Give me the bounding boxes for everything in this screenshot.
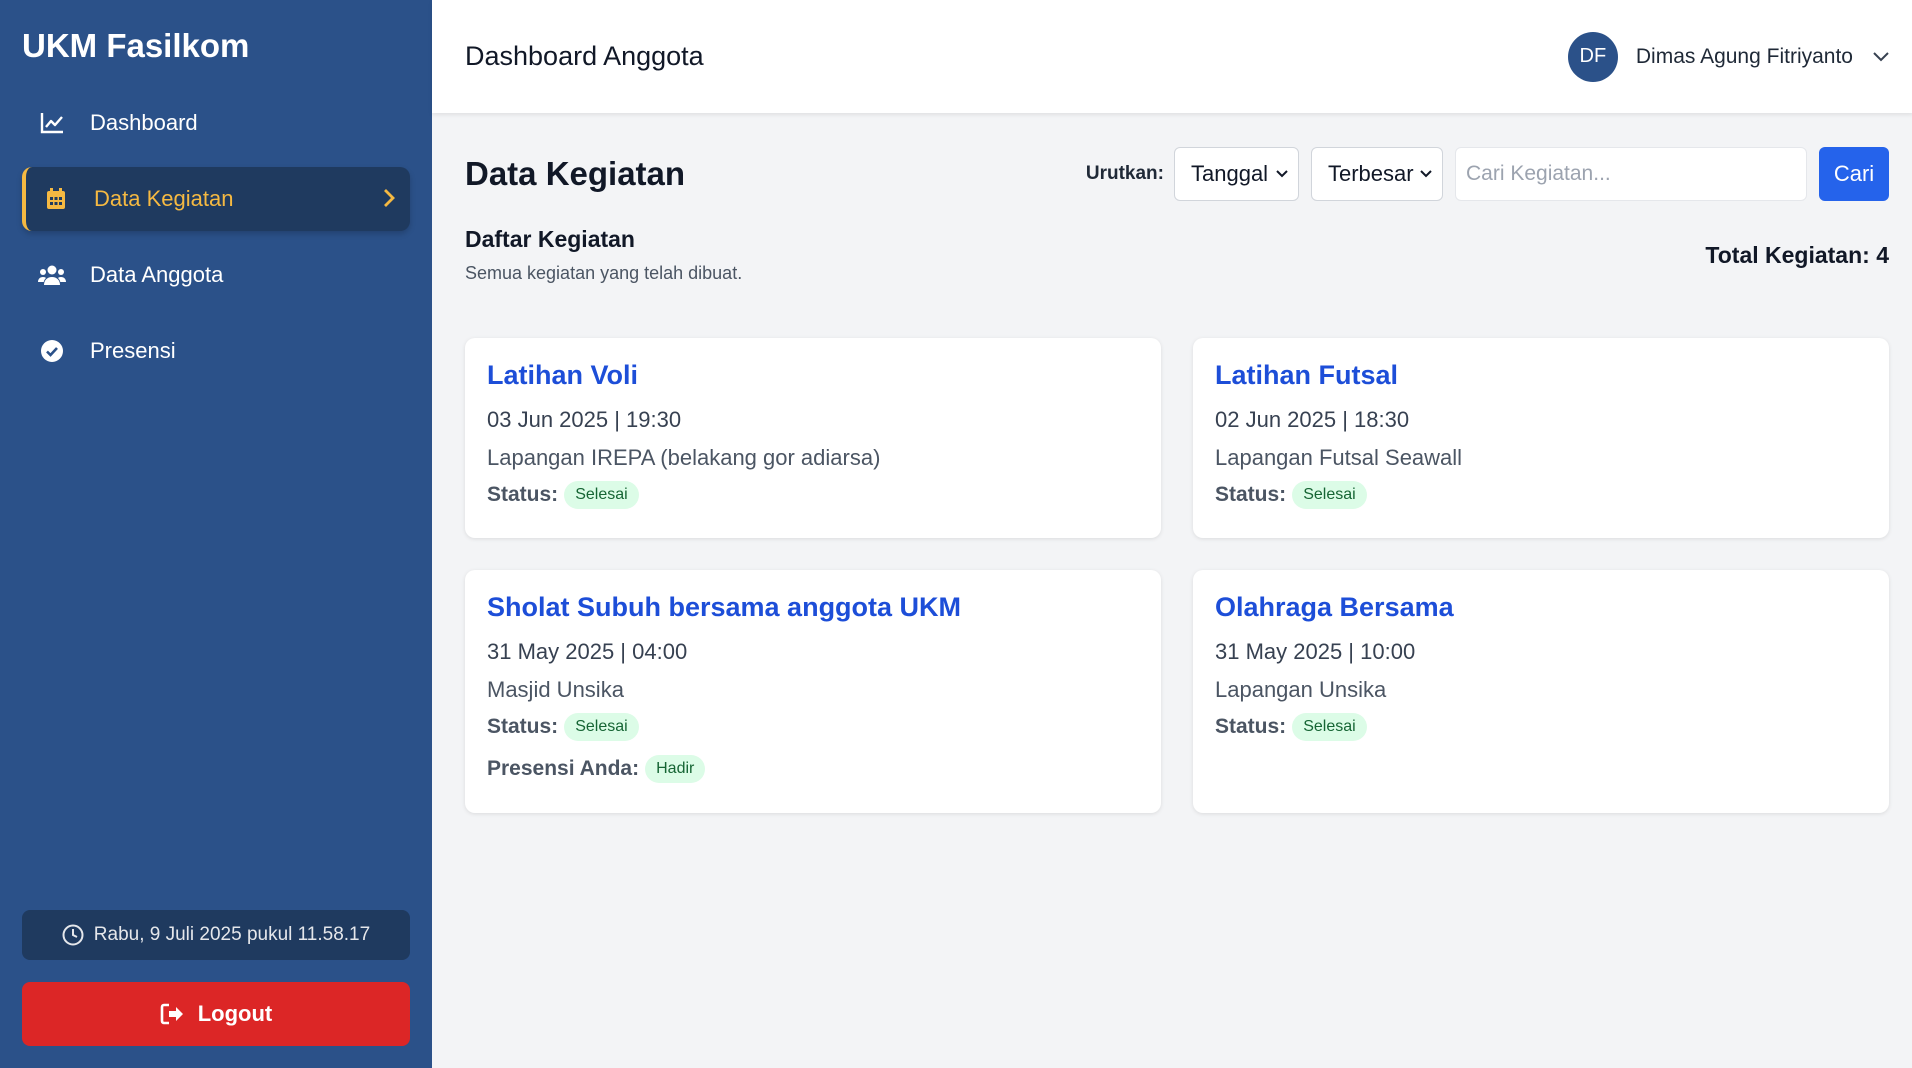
activity-location: Lapangan Futsal Seawall [1215,445,1463,470]
user-menu[interactable]: DF Dimas Agung Fitriyanto [1567,31,1889,82]
sidebar-nav: Dashboard Data Kegiatan Data Anggota Pre… [22,91,410,383]
list-title: Daftar Kegiatan [465,226,635,252]
content-header: Data Kegiatan Urutkan: Tanggal Terbesar … [465,146,1889,202]
chevron-down-icon [1276,170,1288,178]
total-count: Total Kegiatan: 4 [1705,241,1889,268]
activity-status: Status: Selesai [487,713,1139,741]
chevron-down-icon [1873,51,1889,61]
sidebar-item-label: Presensi [90,338,176,363]
chevron-right-icon [382,187,396,215]
chart-line-icon [38,109,66,137]
activity-datetime: 31 May 2025 | 10:00 [1215,639,1416,664]
sidebar-item-label: Dashboard [90,110,198,135]
presensi-badge: Hadir [645,755,706,783]
app-root: UKM Fasilkom Dashboard Data Kegiatan Dat… [0,0,1912,1068]
activity-grid: Latihan Voli 03 Jun 2025 | 19:30 Lapanga… [465,338,1889,813]
list-subtitle: Semua kegiatan yang telah dibuat. [465,263,743,283]
activity-card[interactable]: Sholat Subuh bersama anggota UKM 31 May … [465,570,1161,813]
sidebar-item-label: Data Kegiatan [94,186,234,211]
filter-controls: Urutkan: Tanggal Terbesar Cari [1086,147,1889,201]
sidebar: UKM Fasilkom Dashboard Data Kegiatan Dat… [0,0,432,1068]
brand-title: UKM Fasilkom [22,27,250,64]
activity-title[interactable]: Latihan Voli [487,360,1139,391]
topbar: Dashboard Anggota DF Dimas Agung Fitriya… [432,0,1912,113]
activity-datetime: 31 May 2025 | 04:00 [487,639,688,664]
search-input[interactable] [1455,147,1807,201]
status-badge: Selesai [564,481,639,509]
activity-datetime: 02 Jun 2025 | 18:30 [1215,407,1410,432]
activity-datetime: 03 Jun 2025 | 19:30 [487,407,682,432]
check-circle-icon [38,337,66,365]
logout-button[interactable]: Logout [22,982,410,1046]
sidebar-item-dashboard[interactable]: Dashboard [22,91,410,155]
activity-card[interactable]: Olahraga Bersama 31 May 2025 | 10:00 Lap… [1193,570,1889,813]
user-name: Dimas Agung Fitriyanto [1635,44,1853,68]
header-title: Dashboard Anggota [465,41,704,71]
content: Data Kegiatan Urutkan: Tanggal Terbesar … [432,113,1912,813]
logout-icon [160,1003,183,1025]
activity-location: Lapangan Unsika [1215,677,1387,702]
activity-title[interactable]: Latihan Futsal [1215,360,1867,391]
main-area: Dashboard Anggota DF Dimas Agung Fitriya… [432,0,1912,1068]
sidebar-item-presensi[interactable]: Presensi [22,319,410,383]
sidebar-item-data-anggota[interactable]: Data Anggota [22,243,410,307]
users-icon [38,261,66,289]
sort-order-select[interactable]: Terbesar [1311,147,1443,201]
chevron-down-icon [1420,170,1432,178]
list-header: Daftar Kegiatan Semua kegiatan yang tela… [465,226,1889,284]
activity-location: Masjid Unsika [487,677,624,702]
calendar-icon [42,185,70,213]
activity-status: Status: Selesai [487,481,1139,509]
activity-status: Status: Selesai [1215,713,1867,741]
status-badge: Selesai [1292,481,1367,509]
activity-location: Lapangan IREPA (belakang gor adiarsa) [487,445,881,470]
page-title: Data Kegiatan [465,155,686,192]
activity-card[interactable]: Latihan Voli 03 Jun 2025 | 19:30 Lapanga… [465,338,1161,538]
sidebar-item-label: Data Anggota [90,262,224,287]
sort-label: Urutkan: [1085,163,1164,184]
activity-status: Status: Selesai [1215,481,1867,509]
logout-label: Logout [197,1001,273,1026]
clock-icon [62,924,84,946]
avatar: DF [1567,31,1618,82]
activity-title[interactable]: Olahraga Bersama [1215,592,1867,623]
status-badge: Selesai [564,713,639,741]
datetime-display: Rabu, 9 Juli 2025 pukul 11.58.17 [22,910,410,960]
datetime-text: Rabu, 9 Juli 2025 pukul 11.58.17 [93,924,371,945]
activity-title[interactable]: Sholat Subuh bersama anggota UKM [487,592,1139,623]
activity-presensi: Presensi Anda: Hadir [487,755,1139,783]
sidebar-item-data-kegiatan[interactable]: Data Kegiatan [22,167,410,231]
activity-card[interactable]: Latihan Futsal 02 Jun 2025 | 18:30 Lapan… [1193,338,1889,538]
status-badge: Selesai [1292,713,1367,741]
search-button[interactable]: Cari [1819,147,1889,201]
sort-field-select[interactable]: Tanggal [1174,147,1299,201]
